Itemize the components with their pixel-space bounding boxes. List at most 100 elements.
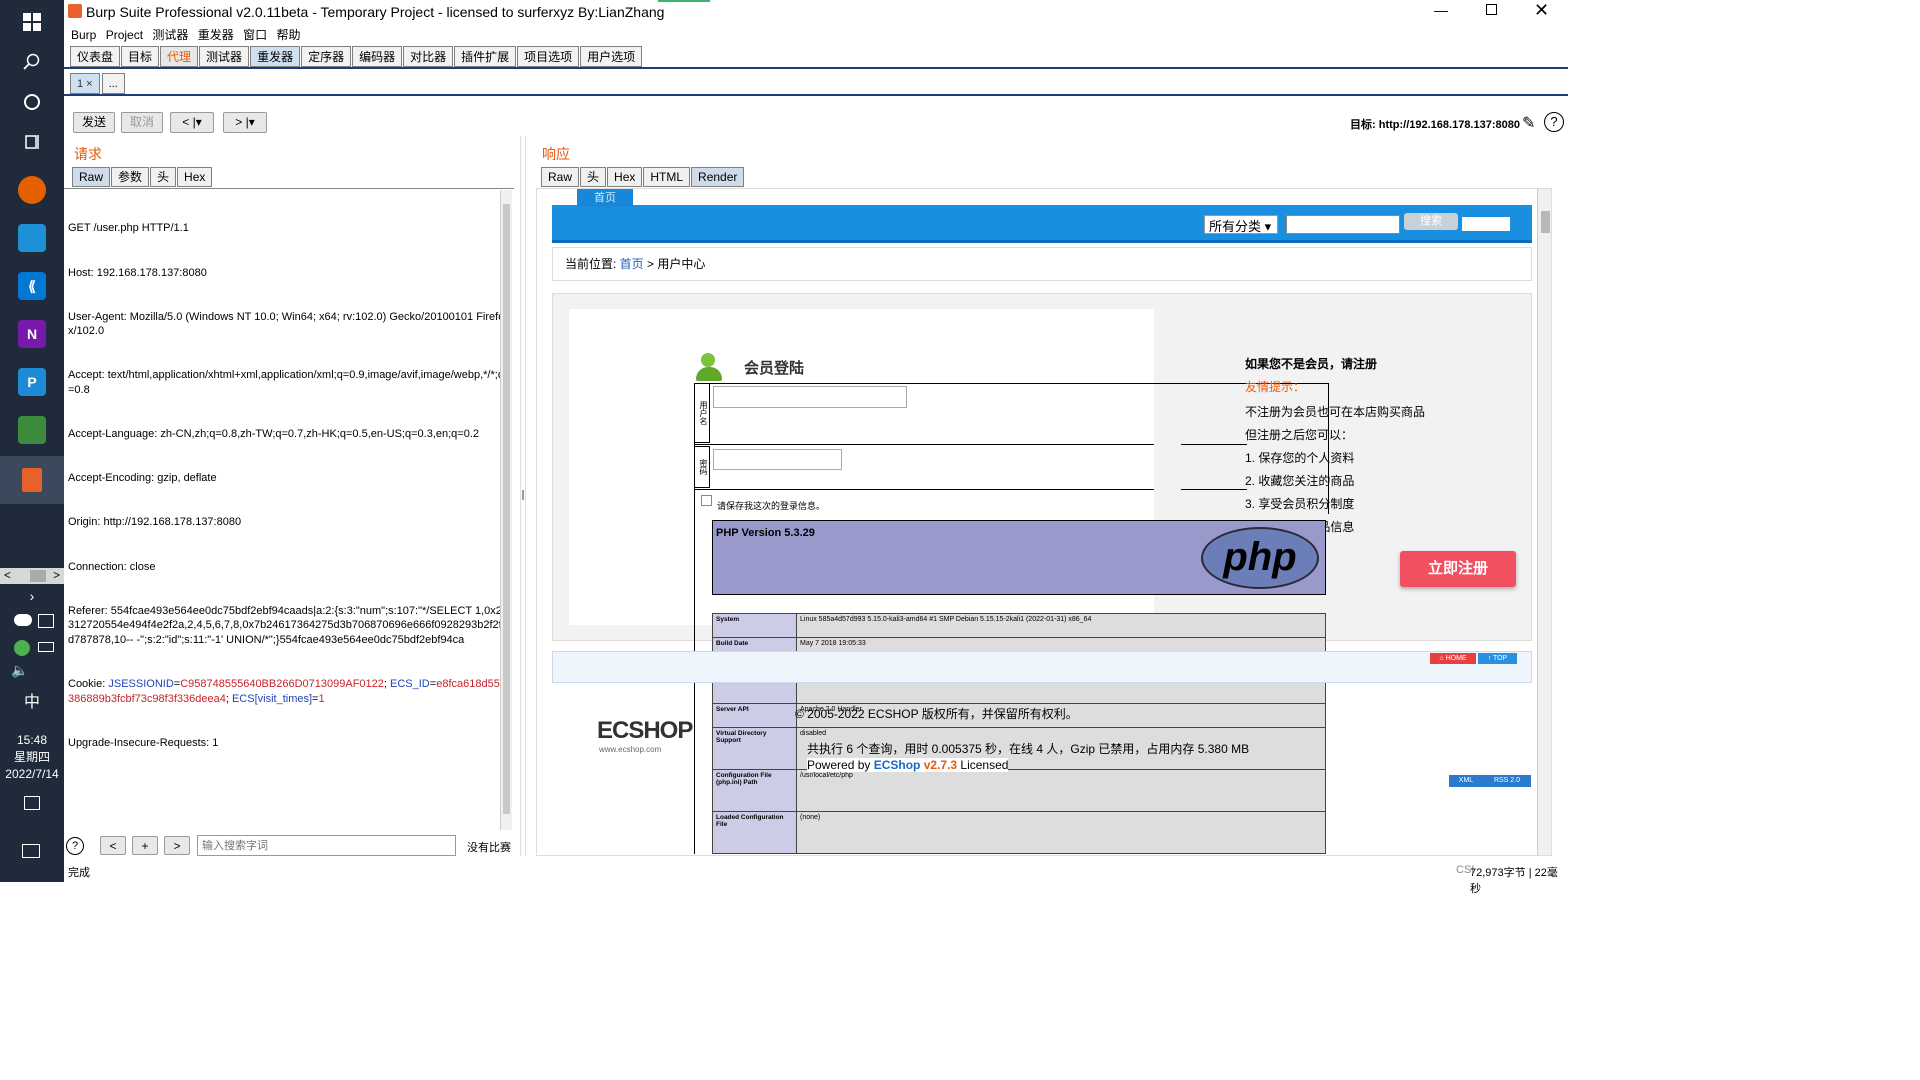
wechat-icon[interactable] — [14, 640, 30, 656]
tab-decoder[interactable]: 编码器 — [352, 46, 403, 67]
render-scrollbar[interactable] — [1537, 189, 1551, 855]
ecshop-search-button[interactable]: 搜索 — [1404, 213, 1458, 230]
search-prev-button[interactable]: < — [100, 836, 126, 855]
menu-help[interactable]: 帮助 — [273, 24, 303, 45]
menu-burp[interactable]: Burp — [68, 26, 99, 44]
subtab-new[interactable]: ... — [101, 73, 125, 94]
clock-date: 2022/7/14 — [5, 767, 59, 781]
request-tab-hex[interactable]: Hex — [177, 167, 213, 187]
category-select[interactable]: 所有分类 ▾ — [1204, 215, 1278, 234]
tab-target[interactable]: 目标 — [121, 46, 160, 67]
battery-icon[interactable] — [38, 642, 54, 652]
request-tab-raw[interactable]: Raw — [72, 167, 111, 187]
windows-taskbar: ⟪ N P < > › 🔈 中 15:48 星期四 2022/7/14 — [0, 0, 64, 882]
menu-repeater[interactable]: 重发器 — [195, 24, 237, 45]
edit-pencil-icon[interactable]: ✎ — [1522, 113, 1535, 133]
ecshop-home-tab[interactable]: 首页 — [577, 189, 633, 207]
burp-window: Burp Suite Professional v2.0.11beta - Te… — [64, 0, 1568, 895]
remember-checkbox[interactable] — [701, 495, 712, 506]
search-icon[interactable] — [0, 40, 64, 84]
cancel-button[interactable]: 取消 — [121, 112, 163, 133]
tab-comparer[interactable]: 对比器 — [403, 46, 454, 67]
search-add-button[interactable]: + — [132, 836, 158, 855]
onedrive-icon[interactable] — [14, 614, 32, 626]
login-title: 会员登陆 — [744, 360, 805, 377]
minimize-icon[interactable]: — — [1434, 2, 1448, 18]
status-left: 完成 — [68, 867, 90, 879]
restore-icon[interactable] — [1486, 4, 1497, 15]
burp-icon[interactable] — [0, 456, 64, 504]
task-view-icon[interactable] — [0, 120, 64, 164]
xml-badge[interactable]: XML — [1449, 775, 1483, 787]
send-button[interactable]: 发送 — [73, 112, 115, 133]
windows-icon[interactable] — [0, 0, 64, 44]
request-scrollbar[interactable] — [500, 190, 512, 830]
request-help-icon[interactable]: ? — [66, 837, 84, 855]
response-tab-raw[interactable]: Raw — [541, 167, 580, 187]
tip-title: 友情提示： — [1245, 380, 1306, 394]
request-tab-headers[interactable]: 头 — [150, 167, 177, 187]
register-title: 如果您不是会员，请注册 — [1245, 357, 1378, 371]
cortana-icon[interactable] — [0, 80, 64, 124]
notification-icon[interactable] — [22, 844, 40, 858]
copyright-text: © 2005-2022 ECSHOP 版权所有，并保留所有权利。 — [795, 707, 1078, 721]
response-tab-headers[interactable]: 头 — [580, 167, 607, 187]
subtab-1[interactable]: 1 × — [70, 73, 100, 94]
display-icon[interactable] — [38, 614, 54, 628]
response-tab-render[interactable]: Render — [691, 167, 745, 187]
request-line: GET /user.php HTTP/1.1 — [68, 222, 189, 235]
cookie-value: 1 — [318, 692, 325, 705]
login-divider — [694, 489, 1154, 490]
p-app-icon[interactable]: P — [18, 368, 46, 396]
search-next-button[interactable]: > — [164, 836, 190, 855]
request-search-input[interactable] — [197, 835, 456, 856]
menu-bar: Burp Project 测试器 重发器 窗口 帮助 — [64, 24, 1568, 44]
firefox-icon[interactable] — [18, 176, 46, 204]
request-editor[interactable]: GET /user.php HTTP/1.1 Host: 192.168.178… — [66, 190, 510, 830]
powered-brand-link[interactable]: ECShop — [874, 758, 921, 772]
rss-badge[interactable]: RSS 2.0 — [1483, 775, 1531, 787]
request-tab-params[interactable]: 参数 — [111, 167, 150, 187]
help-icon[interactable]: ? — [1544, 112, 1564, 132]
powered-version: v2.7.3 — [920, 758, 958, 772]
pane-splitter[interactable] — [520, 136, 526, 856]
back-button[interactable]: < |▾ — [170, 112, 214, 133]
ecshop-search-input[interactable] — [1286, 215, 1400, 234]
clock[interactable]: 15:48 星期四 2022/7/14 — [0, 732, 64, 783]
volume-icon[interactable]: 🔈 — [0, 658, 40, 682]
response-tab-html[interactable]: HTML — [643, 167, 691, 187]
username-input[interactable] — [713, 386, 907, 408]
register-button[interactable]: 立即注册 — [1400, 551, 1516, 587]
tab-project-options[interactable]: 项目选项 — [517, 46, 580, 67]
menu-intruder[interactable]: 测试器 — [149, 24, 191, 45]
response-tab-hex[interactable]: Hex — [607, 167, 643, 187]
ecshop-logo: ECSHOP — [597, 717, 693, 744]
home-badge[interactable]: ⌂ HOME — [1430, 653, 1476, 664]
clock-time: 15:48 — [16, 733, 48, 747]
render-view[interactable]: 首页 所有分类 ▾ 搜索 当前位置: 首页 > 用户中心 会员登陆 用户名 密码… — [536, 188, 1552, 856]
menu-project[interactable]: Project — [103, 26, 146, 44]
tab-proxy[interactable]: 代理 — [160, 46, 199, 67]
tab-dashboard[interactable]: 仪表盘 — [70, 46, 121, 67]
vmware-icon[interactable] — [18, 224, 46, 252]
tab-repeater[interactable]: 重发器 — [250, 46, 301, 67]
password-input[interactable] — [713, 449, 842, 470]
tab-sequencer[interactable]: 定序器 — [301, 46, 352, 67]
cookie-line: Cookie: JSESSIONID=C958748555640BB266D07… — [68, 678, 506, 705]
breadcrumb-home-link[interactable]: 首页 — [620, 257, 644, 271]
video-icon[interactable] — [24, 796, 40, 810]
menu-window[interactable]: 窗口 — [240, 24, 270, 45]
tab-user-options[interactable]: 用户选项 — [580, 46, 643, 67]
close-icon[interactable]: ✕ — [1534, 0, 1549, 21]
tab-extender[interactable]: 插件扩展 — [454, 46, 517, 67]
tab-intruder[interactable]: 测试器 — [199, 46, 250, 67]
cookie-value: C958748555640BB266D0713099AF0122 — [180, 678, 384, 691]
chevron-right-icon[interactable]: › — [0, 584, 64, 608]
spreadsheet-icon[interactable] — [18, 416, 46, 444]
onenote-icon[interactable]: N — [18, 320, 46, 348]
taskbar-scroller[interactable]: < > — [0, 568, 64, 584]
ime-indicator[interactable]: 中 — [0, 688, 64, 712]
vscode-icon[interactable]: ⟪ — [18, 272, 46, 300]
top-badge[interactable]: ↑ TOP — [1478, 653, 1517, 664]
forward-button[interactable]: > |▾ — [223, 112, 267, 133]
